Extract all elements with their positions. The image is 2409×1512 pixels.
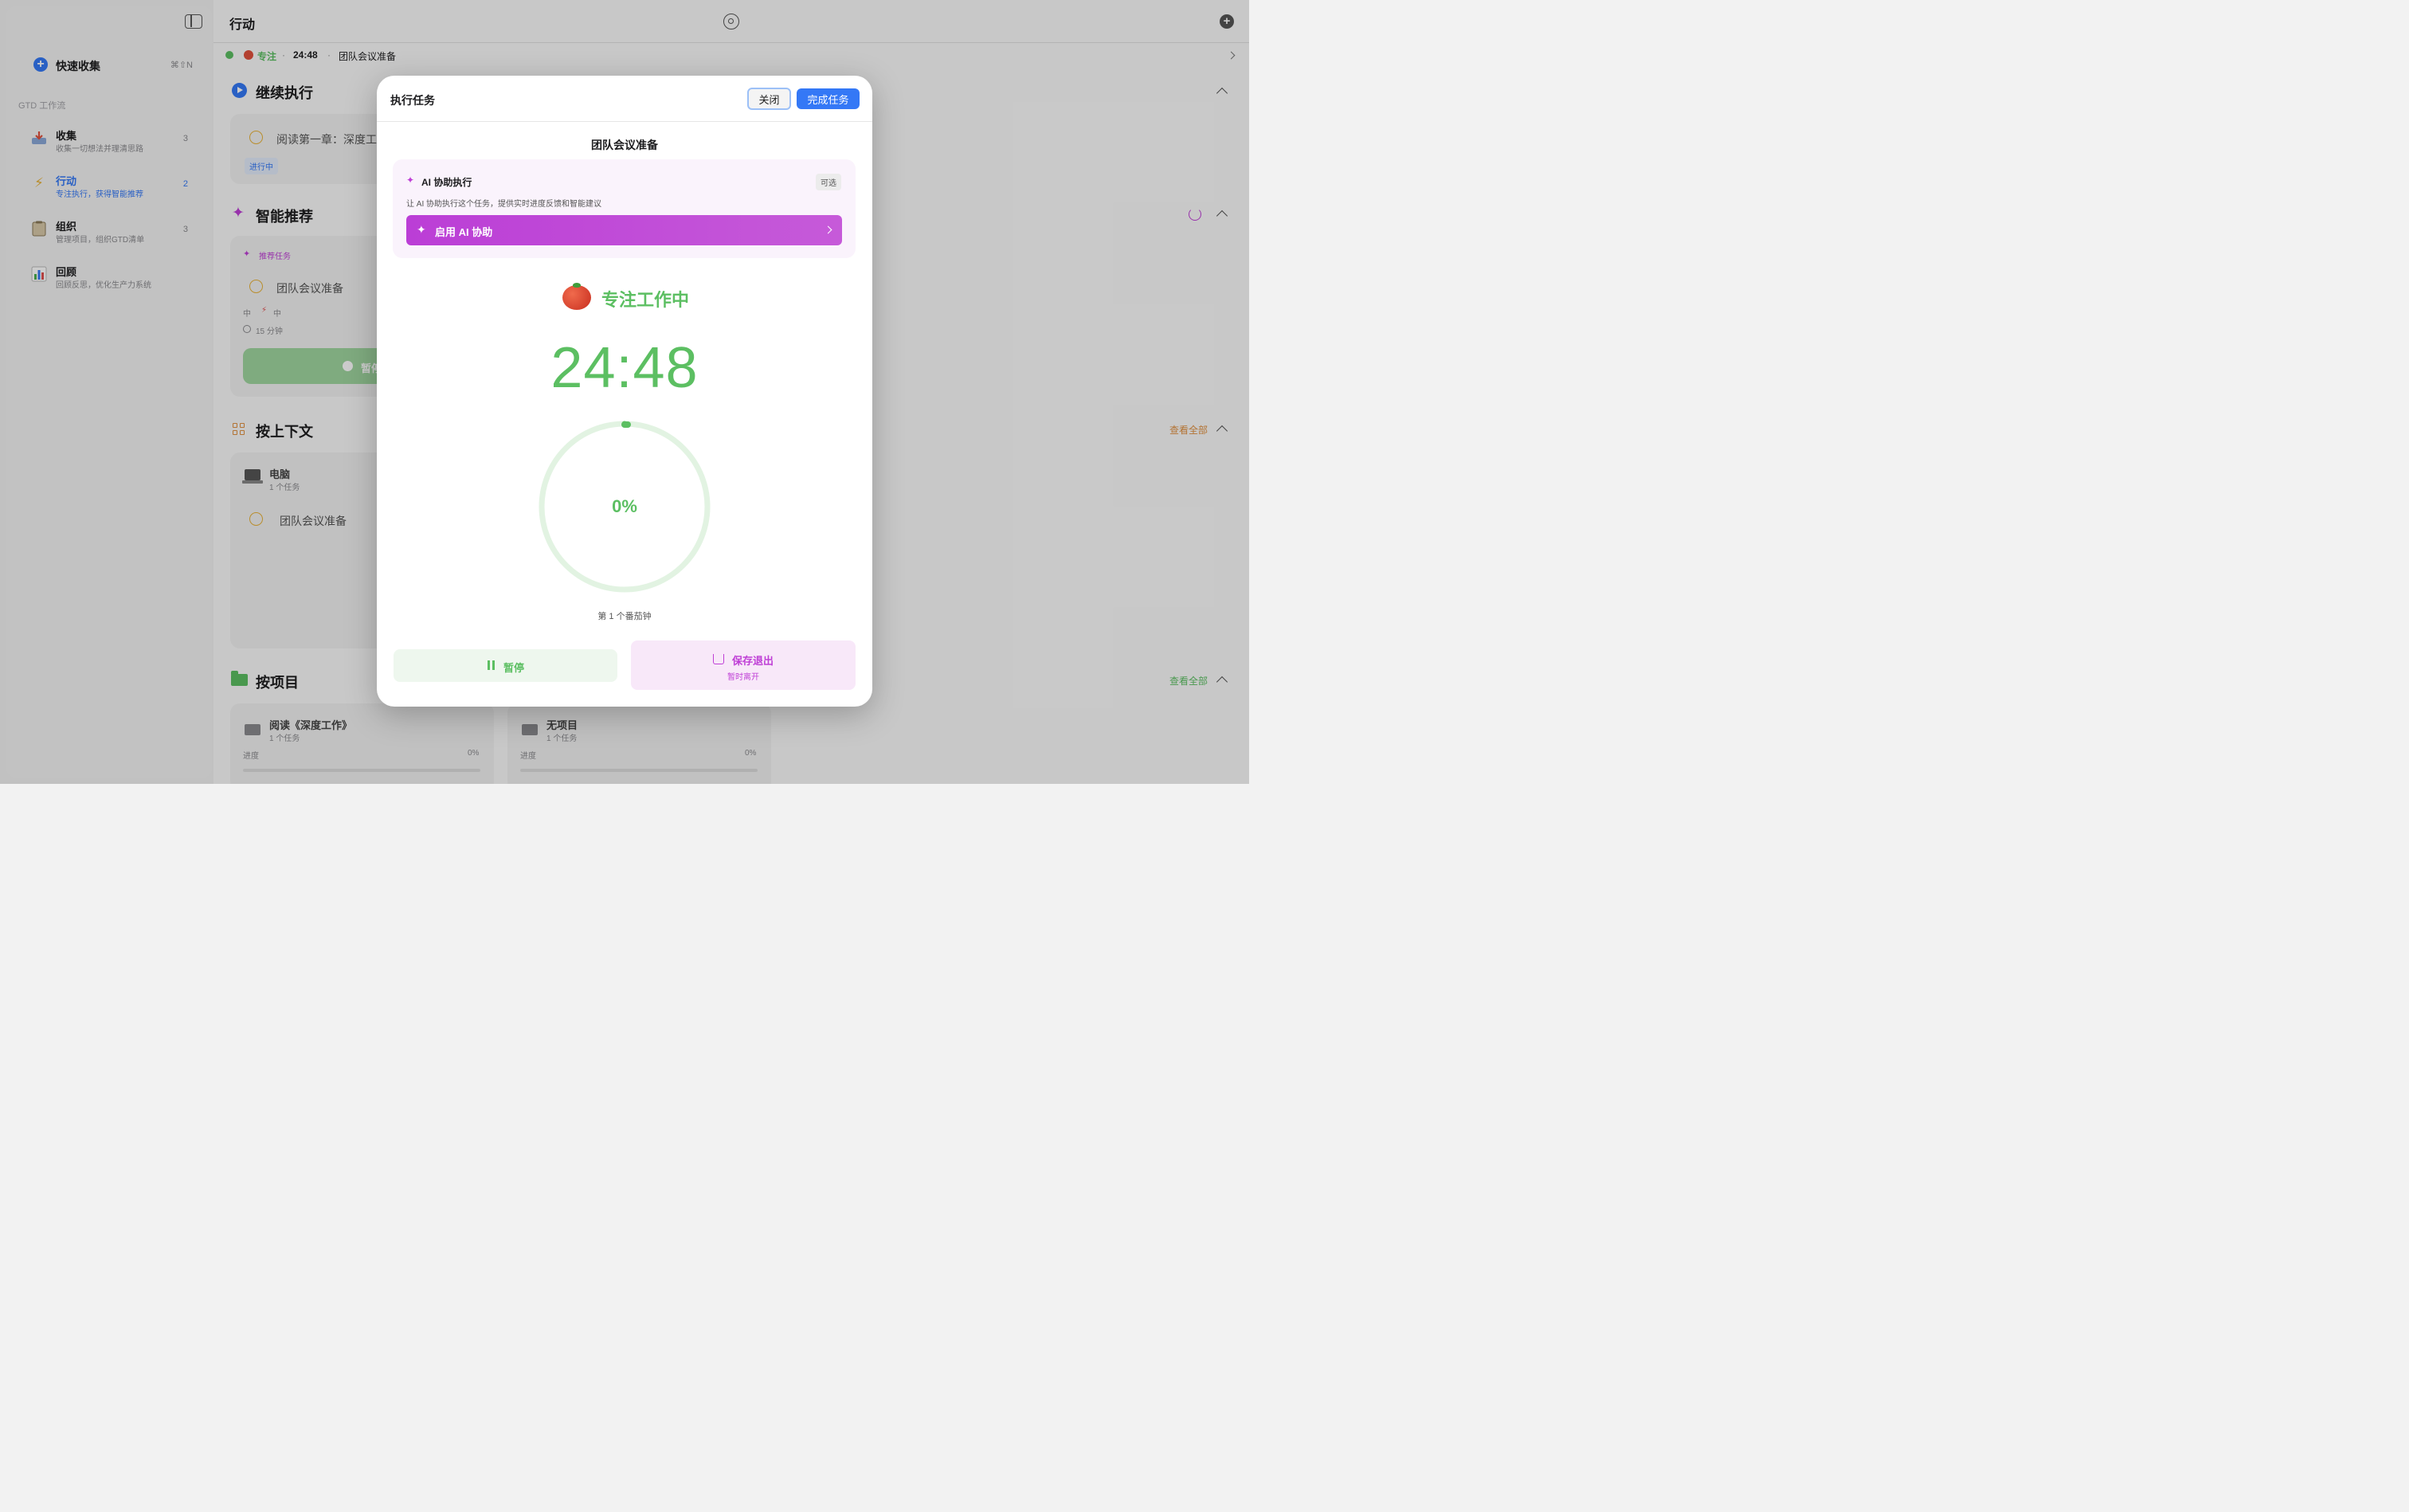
countdown-timer: 24:48 <box>550 336 699 400</box>
save-exit-icon <box>713 654 724 664</box>
enable-ai-button[interactable]: ✦ 启用 AI 协助 <box>406 215 842 245</box>
sparkle-icon: ✦ <box>406 174 415 186</box>
task-name: 团队会议准备 <box>591 139 658 151</box>
execute-task-dialog: 执行任务 关闭 完成任务 团队会议准备 ✦ AI 协助执行 可选 让 AI 协助… <box>377 76 872 707</box>
pause-icon <box>488 660 490 670</box>
focus-status-label: 专注工作中 <box>601 290 690 310</box>
tomato-icon <box>562 283 591 310</box>
dialog-header: 执行任务 关闭 完成任务 <box>377 76 872 122</box>
ai-panel-title: AI 协助执行 <box>421 177 472 188</box>
ai-assist-panel: ✦ AI 协助执行 可选 让 AI 协助执行这个任务，提供实时进度反馈和智能建议… <box>393 159 856 258</box>
complete-task-button[interactable]: 完成任务 <box>797 88 860 109</box>
save-exit-sub: 暂时离开 <box>727 673 759 682</box>
save-exit-button[interactable]: 保存退出 暂时离开 <box>631 640 856 690</box>
optional-badge: 可选 <box>816 174 841 190</box>
pomodoro-count: 第 1 个番茄钟 <box>597 612 652 621</box>
dialog-title: 执行任务 <box>390 94 435 107</box>
enable-ai-label: 启用 AI 协助 <box>435 226 493 238</box>
pause-button[interactable]: 暂停 <box>394 649 617 682</box>
save-exit-label: 保存退出 <box>732 655 774 667</box>
close-button[interactable]: 关闭 <box>747 88 791 110</box>
chevron-right-icon <box>824 225 832 234</box>
pause-icon-bar <box>492 660 495 670</box>
progress-percent: 0% <box>612 496 637 516</box>
sparkle-icon: ✦ <box>417 223 426 236</box>
pause-label: 暂停 <box>503 662 525 674</box>
ai-panel-desc: 让 AI 协助执行这个任务，提供实时进度反馈和智能建议 <box>406 200 602 209</box>
